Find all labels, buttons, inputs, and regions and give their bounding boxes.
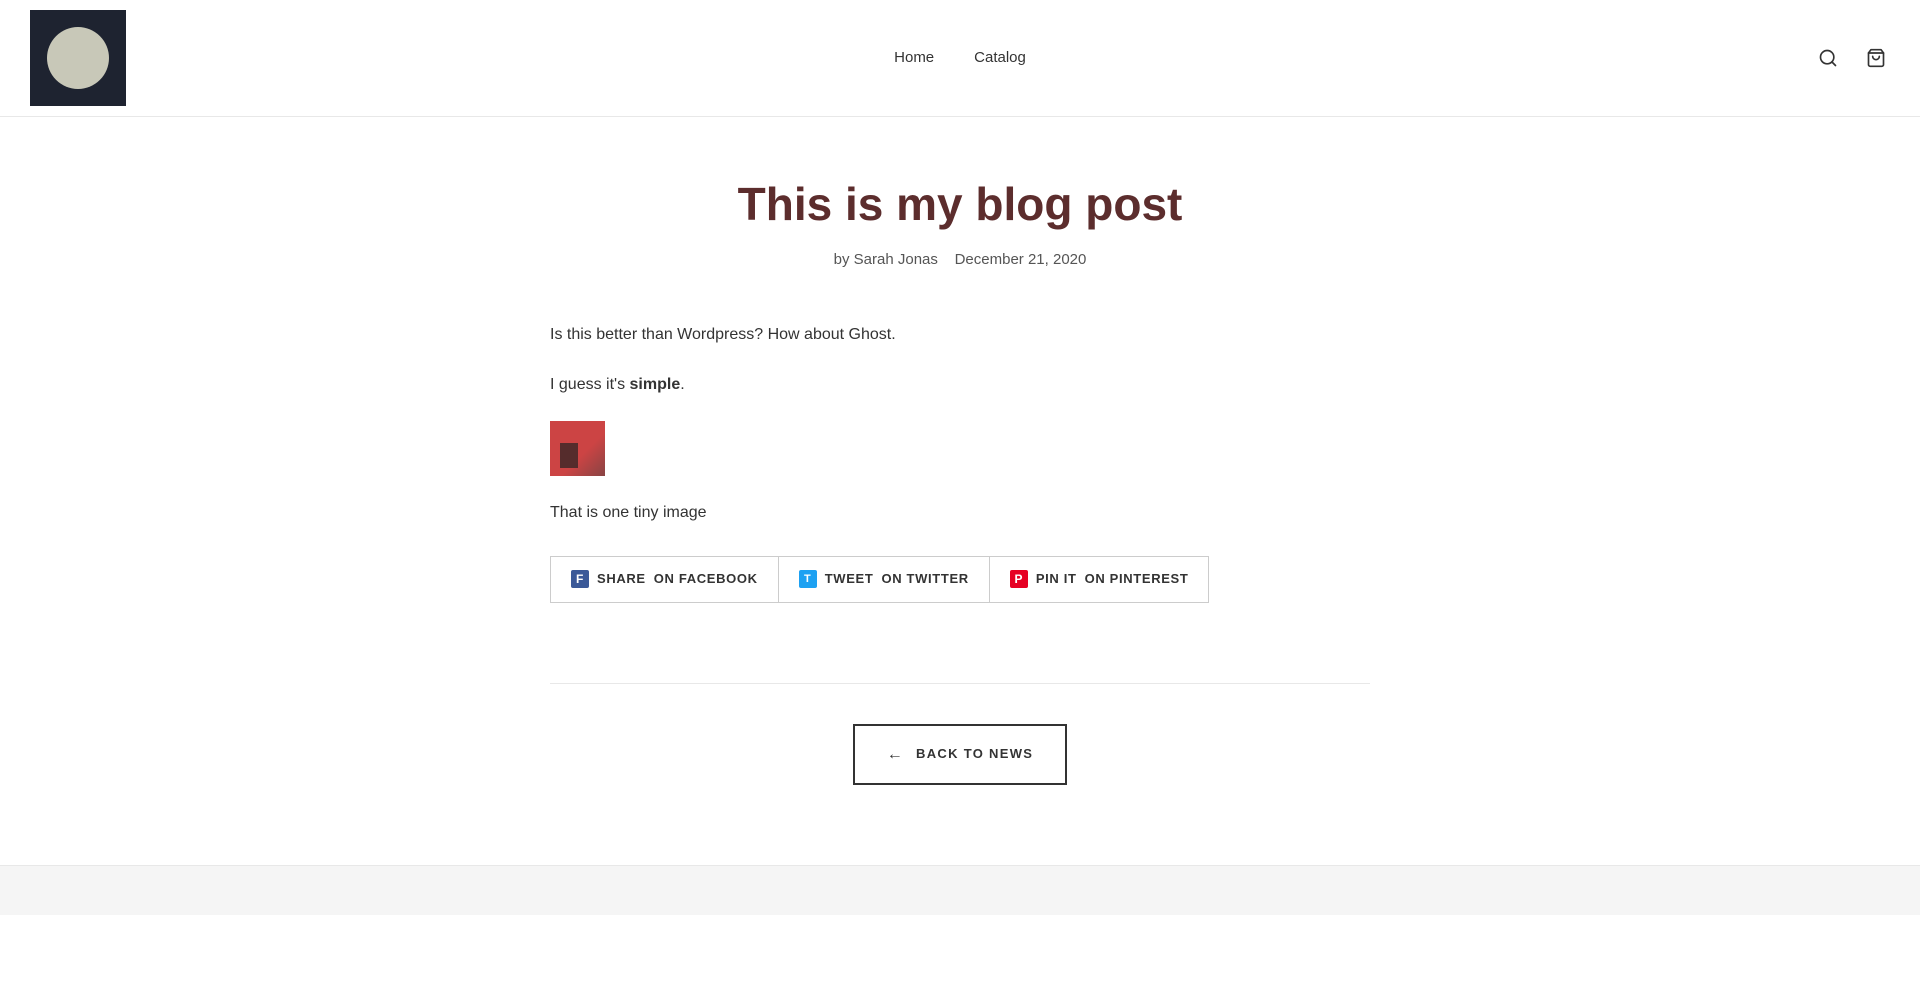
article-image: [550, 421, 605, 476]
twitter-icon: t: [799, 570, 817, 588]
pinterest-icon: P: [1010, 570, 1028, 588]
p2-prefix: I guess it's: [550, 376, 630, 393]
article-title: This is my blog post: [550, 177, 1370, 232]
p2-bold: simple: [630, 376, 681, 393]
article-body: Is this better than Wordpress? How about…: [550, 322, 1230, 603]
logo-circle: [47, 27, 109, 89]
facebook-share-label: SHARE: [597, 569, 646, 590]
nav-home[interactable]: Home: [894, 46, 934, 70]
back-to-news-label: BACK TO NEWS: [916, 744, 1033, 765]
pinterest-share-suffix: ON PINTEREST: [1085, 569, 1189, 590]
pinterest-share-label: PIN IT: [1036, 569, 1077, 590]
p2-suffix: .: [680, 376, 684, 393]
twitter-share-label: TWEET: [825, 569, 874, 590]
cart-icon: [1866, 48, 1886, 68]
logo[interactable]: [30, 10, 126, 106]
back-to-news-button[interactable]: ← BACK TO NEWS: [853, 724, 1068, 786]
article-author: Sarah Jonas: [854, 251, 938, 268]
author-prefix: by: [834, 251, 850, 268]
article-header: This is my blog post by Sarah Jonas Dece…: [550, 177, 1370, 272]
main-content: This is my blog post by Sarah Jonas Dece…: [510, 117, 1410, 865]
pinterest-share-button[interactable]: P PIN IT ON PINTEREST: [989, 556, 1210, 603]
main-nav: Home Catalog: [894, 46, 1026, 70]
back-section: ← BACK TO NEWS: [550, 683, 1370, 786]
article-meta: by Sarah Jonas December 21, 2020: [550, 248, 1370, 272]
article-image-inner: [550, 421, 605, 476]
header-actions: [1814, 44, 1890, 72]
facebook-icon: f: [571, 570, 589, 588]
search-button[interactable]: [1814, 44, 1842, 72]
cart-button[interactable]: [1862, 44, 1890, 72]
article-date: December 21, 2020: [955, 251, 1087, 268]
facebook-share-button[interactable]: f SHARE ON FACEBOOK: [550, 556, 778, 603]
twitter-share-button[interactable]: t TWEET ON TWITTER: [778, 556, 989, 603]
site-footer: [0, 865, 1920, 915]
back-arrow-icon: ←: [887, 742, 904, 768]
article-paragraph-2: I guess it's simple.: [550, 372, 1230, 398]
facebook-share-suffix: ON FACEBOOK: [654, 569, 758, 590]
article-paragraph-1: Is this better than Wordpress? How about…: [550, 322, 1230, 348]
article-paragraph-3: That is one tiny image: [550, 500, 1230, 526]
search-icon: [1818, 48, 1838, 68]
site-header: Home Catalog: [0, 0, 1920, 117]
share-section: f SHARE ON FACEBOOK t TWEET ON TWITTER P…: [550, 556, 1230, 603]
twitter-share-suffix: ON TWITTER: [881, 569, 968, 590]
nav-catalog[interactable]: Catalog: [974, 46, 1026, 70]
